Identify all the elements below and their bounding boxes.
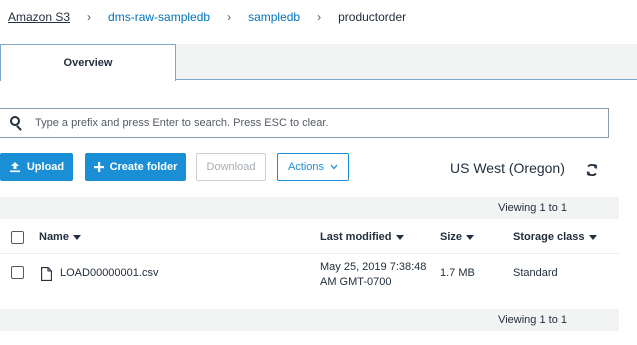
breadcrumb-current: productorder xyxy=(338,10,407,24)
pagination-text: Viewing 1 to 1 xyxy=(498,202,567,214)
actions-label: Actions xyxy=(287,161,325,173)
last-modified-line1: May 25, 2019 7:38:48 xyxy=(320,261,427,273)
select-all-checkbox[interactable] xyxy=(11,231,24,244)
file-icon xyxy=(41,267,52,281)
chevron-right-icon: › xyxy=(87,10,92,24)
column-header-name[interactable]: Name xyxy=(39,231,81,243)
region-label: US West (Oregon) xyxy=(450,160,565,176)
plus-icon xyxy=(93,162,104,172)
column-header-last-modified[interactable]: Last modified xyxy=(320,231,404,243)
create-folder-label: Create folder xyxy=(109,161,178,173)
chevron-right-icon: › xyxy=(317,10,322,24)
refresh-icon[interactable] xyxy=(585,163,599,177)
last-modified-line2: AM GMT-0700 xyxy=(320,276,392,288)
breadcrumb-bucket[interactable]: dms-raw-sampledb xyxy=(108,10,210,24)
chevron-right-icon: › xyxy=(227,10,232,24)
upload-icon xyxy=(9,161,21,173)
column-header-size[interactable]: Size xyxy=(440,231,475,243)
download-button[interactable]: Download xyxy=(196,153,266,181)
tab-bar: Overview xyxy=(0,44,637,81)
download-label: Download xyxy=(206,161,256,173)
breadcrumb-folder[interactable]: sampledb xyxy=(248,10,300,24)
upload-label: Upload xyxy=(26,161,65,173)
storage-class: Standard xyxy=(513,267,558,279)
search-input[interactable] xyxy=(35,117,595,129)
pagination-bottom: Viewing 1 to 1 xyxy=(0,309,619,331)
pagination-top: Viewing 1 to 1 xyxy=(0,197,619,219)
search-icon xyxy=(10,116,24,131)
search-box xyxy=(0,108,609,138)
table-header: Name Last modified Size Storage class xyxy=(0,222,619,254)
tab-overview[interactable]: Overview xyxy=(0,44,176,81)
pagination-text: Viewing 1 to 1 xyxy=(498,314,567,326)
column-header-storage-class[interactable]: Storage class xyxy=(513,231,597,243)
file-name-link[interactable]: LOAD00000001.csv xyxy=(60,267,158,279)
sort-caret-icon xyxy=(588,234,597,240)
sort-caret-icon xyxy=(72,234,81,240)
sort-caret-icon xyxy=(466,234,475,240)
breadcrumb-amazon-s3[interactable]: Amazon S3 xyxy=(8,10,70,24)
create-folder-button[interactable]: Create folder xyxy=(85,153,186,181)
table-row[interactable]: LOAD00000001.csv May 25, 2019 7:38:48 AM… xyxy=(0,255,619,305)
actions-button[interactable]: Actions xyxy=(277,153,349,181)
row-checkbox[interactable] xyxy=(11,266,24,279)
breadcrumb: Amazon S3 › dms-raw-sampledb › sampledb … xyxy=(8,9,406,25)
upload-button[interactable]: Upload xyxy=(0,153,73,181)
sort-caret-icon xyxy=(395,234,404,240)
file-size: 1.7 MB xyxy=(440,267,475,279)
chevron-down-icon xyxy=(330,164,338,170)
